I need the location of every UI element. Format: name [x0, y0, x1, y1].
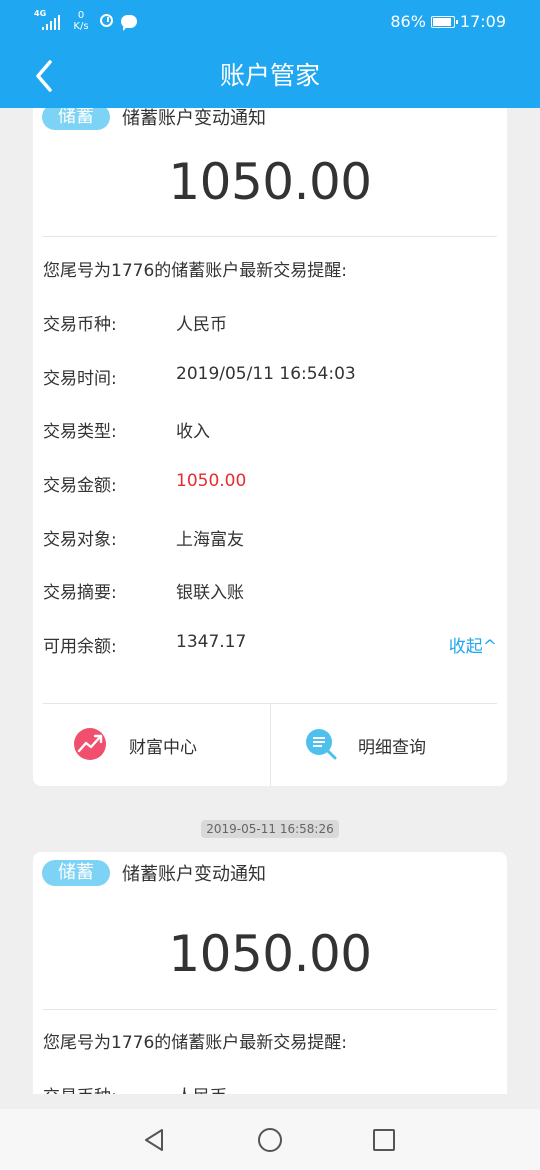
card-header: 储蓄 储蓄账户变动通知: [42, 108, 266, 130]
system-back-button[interactable]: [140, 1125, 170, 1155]
notification-card: 储蓄 储蓄账户变动通知 1050.00 您尾号为1776的储蓄账户最新交易提醒:…: [33, 108, 507, 786]
collapse-link[interactable]: 收起^: [449, 632, 497, 657]
system-recents-button[interactable]: [369, 1125, 399, 1155]
detail-row-summary: 交易摘要: 银联入账: [43, 578, 497, 603]
signal-icon: 4G: [34, 10, 62, 32]
detail-row-amount: 交易金额: 1050.00: [43, 471, 497, 496]
card-title: 储蓄账户变动通知: [122, 864, 266, 885]
wealth-chart-icon: [73, 727, 107, 761]
battery-percent: 86%: [390, 12, 426, 31]
detail-value: 收入: [176, 422, 210, 442]
notification-card: 储蓄 储蓄账户变动通知 1050.00 您尾号为1776的储蓄账户最新交易提醒:…: [33, 852, 507, 1094]
transaction-amount: 1050.00: [168, 925, 372, 983]
detail-label: 交易对象:: [43, 530, 117, 550]
divider: [43, 236, 497, 237]
message-list[interactable]: 储蓄 储蓄账户变动通知 1050.00 您尾号为1776的储蓄账户最新交易提醒:…: [0, 108, 540, 1094]
detail-label: 可用余额:: [43, 637, 117, 657]
system-nav-bar: [0, 1109, 540, 1170]
card-intro: 您尾号为1776的储蓄账户最新交易提醒:: [43, 261, 347, 281]
page-title: 账户管家: [219, 61, 320, 90]
card-intro: 您尾号为1776的储蓄账户最新交易提醒:: [43, 1033, 347, 1053]
speed-value: 0: [77, 10, 85, 21]
timestamp-label: 2019-05-11 16:58:26: [201, 820, 339, 838]
detail-value: 银联入账: [176, 583, 244, 603]
detail-row-time: 交易时间: 2019/05/11 16:54:03: [43, 364, 497, 389]
nav-bar: 账户管家: [0, 44, 540, 108]
card-header: 储蓄 储蓄账户变动通知: [42, 860, 266, 886]
battery-icon: [430, 15, 458, 28]
detail-label: 交易摘要:: [43, 583, 117, 603]
action-label: 财富中心: [129, 738, 197, 758]
search-list-icon: [304, 727, 338, 761]
alarm-icon: [100, 14, 113, 27]
speed-unit: K/s: [73, 21, 89, 32]
detail-row-balance: 可用余额: 1347.17 收起^: [43, 632, 497, 657]
detail-value: 1050.00: [176, 471, 247, 491]
wealth-center-button[interactable]: 财富中心: [43, 703, 270, 786]
detail-label: 交易金额:: [43, 476, 117, 496]
detail-value: 人民币: [176, 315, 227, 335]
detail-label: 交易币种:: [43, 315, 117, 335]
card-title: 储蓄账户变动通知: [122, 108, 266, 129]
message-timestamp: 2019-05-11 16:58:26: [0, 818, 540, 838]
detail-row-currency: 交易币种: 人民币: [43, 310, 497, 335]
status-bar: 4G 0 K/s 86% 17:09: [0, 0, 540, 44]
transaction-amount: 1050.00: [168, 153, 372, 211]
network-speed: 0 K/s: [70, 10, 92, 32]
detail-row-counterparty: 交易对象: 上海富友: [43, 525, 497, 550]
divider: [43, 1009, 497, 1010]
detail-value: 2019/05/11 16:54:03: [176, 364, 356, 384]
detail-value: 人民币: [176, 1082, 227, 1094]
detail-label: 交易币种:: [43, 1082, 117, 1094]
detail-value: 上海富友: [176, 530, 244, 550]
circle-home-icon: [258, 1128, 282, 1152]
square-recents-icon: [373, 1129, 395, 1151]
account-type-badge: 储蓄: [42, 108, 110, 130]
message-icon: [121, 15, 137, 31]
triangle-back-icon: [145, 1129, 163, 1151]
system-home-button[interactable]: [255, 1125, 285, 1155]
clock: 17:09: [459, 12, 506, 31]
detail-row-currency: 交易币种: 人民币: [43, 1082, 497, 1094]
detail-value: 1347.17: [176, 632, 247, 652]
account-type-badge: 储蓄: [42, 860, 110, 886]
detail-label: 交易类型:: [43, 422, 117, 442]
action-label: 明细查询: [358, 738, 426, 758]
detail-row-type: 交易类型: 收入: [43, 417, 497, 442]
card-actions: 财富中心 明细查询: [43, 703, 497, 786]
detail-query-button[interactable]: 明细查询: [270, 703, 498, 786]
detail-label: 交易时间:: [43, 369, 117, 389]
